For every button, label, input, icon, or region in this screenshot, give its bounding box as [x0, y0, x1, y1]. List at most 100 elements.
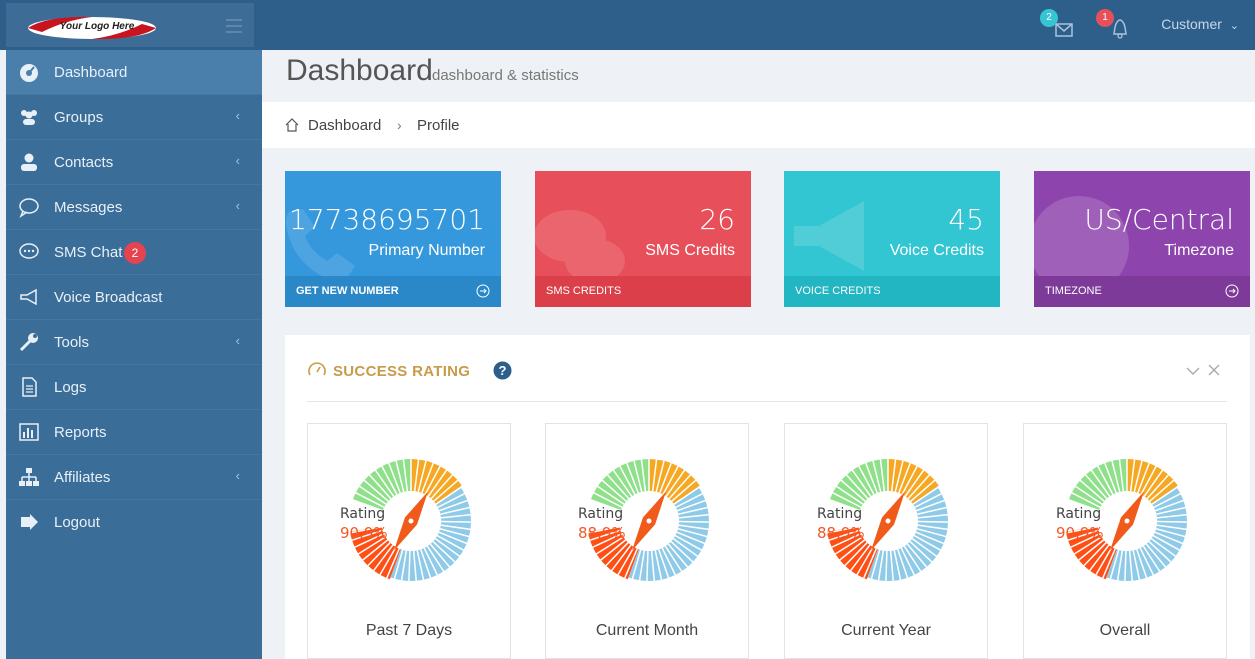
logo-text: Your Logo Here: [59, 21, 135, 32]
user-label: Customer: [1161, 16, 1222, 32]
rating-value: 90.9%: [340, 524, 388, 542]
portlet-divider: [307, 401, 1227, 402]
sidebar-item-reports[interactable]: Reports: [6, 410, 262, 455]
sidebar-item-logout[interactable]: Logout: [6, 500, 262, 545]
gauge-needle-hub: [885, 518, 891, 524]
sidebar-item-label: Voice Broadcast: [54, 289, 163, 306]
gauge-card: Rating 88.9% Current Month: [545, 423, 749, 659]
logo-area[interactable]: Your Logo Here: [6, 3, 254, 47]
gauge-period-label: Current Month: [595, 622, 699, 639]
sidebar-item-label: Affiliates: [54, 469, 111, 486]
sidebar-item-logs[interactable]: Logs: [6, 365, 262, 410]
bar-chart-icon: [19, 423, 39, 441]
sidebar-item-voice-broadcast[interactable]: Voice Broadcast: [6, 275, 262, 320]
collapse-chevron-icon[interactable]: [1185, 365, 1201, 377]
tile-footer-label: VOICE CREDITS: [795, 285, 881, 297]
menu-toggle-icon[interactable]: [226, 19, 242, 33]
sidebar-item-messages[interactable]: Messages ‹: [6, 185, 262, 230]
gauge-period-label: Overall: [1099, 622, 1151, 639]
arrow-circle-right-icon: [1225, 284, 1239, 298]
rating-label: Rating: [340, 506, 386, 522]
tile-value: 45: [948, 203, 984, 236]
sidebar-item-label: Groups: [54, 109, 104, 126]
sidebar-item-label: SMS Chat: [54, 244, 123, 261]
gauge-tick: [1156, 520, 1190, 523]
rating-value: 88.9%: [817, 524, 865, 542]
user-icon: [21, 153, 37, 171]
page-title: Dashboard: [286, 54, 433, 87]
tile-label: SMS Credits: [645, 242, 735, 259]
tile-voice-credits: 45 Voice Credits VOICE CREDITS: [784, 171, 1000, 307]
chevron-left-icon: ‹: [235, 198, 240, 213]
tile-value: US/Central: [1084, 203, 1234, 236]
tile-footer-label: TIMEZONE: [1045, 285, 1102, 297]
sms-credits-footer[interactable]: SMS CREDITS: [535, 276, 751, 307]
close-icon[interactable]: [1207, 363, 1221, 377]
sidebar-item-sms-chat[interactable]: SMS Chat 2: [6, 230, 262, 275]
gauge-tick: [917, 520, 951, 523]
gauge-card: Rating 88.9% Current Year: [784, 423, 988, 659]
breadcrumb: Dashboard › Profile: [262, 102, 1255, 148]
megaphone-icon: [20, 288, 37, 306]
tile-timezone: US/Central Timezone TIMEZONE: [1034, 171, 1250, 307]
rating-label: Rating: [1056, 506, 1102, 522]
help-icon[interactable]: ?: [493, 361, 512, 380]
user-menu[interactable]: Customer ⌄: [1161, 16, 1239, 32]
home-icon: [285, 118, 299, 132]
page-header: Dashboard dashboard & statistics: [262, 50, 1255, 102]
gauge-card: Rating 90.9% Past 7 Days: [307, 423, 511, 659]
rating-label: Rating: [578, 506, 624, 522]
sidebar-item-dashboard[interactable]: Dashboard: [6, 50, 262, 95]
timezone-footer[interactable]: TIMEZONE: [1034, 276, 1250, 307]
sidebar: Dashboard Groups ‹ Contacts ‹ Messages ‹…: [6, 50, 262, 659]
rating-value: 90.9%: [1056, 524, 1104, 542]
notifications-button[interactable]: 1: [1096, 9, 1134, 42]
dashboard-icon: [20, 64, 38, 82]
page-subtitle: dashboard & statistics: [432, 67, 579, 84]
sidebar-item-affiliates[interactable]: Affiliates ‹: [6, 455, 262, 500]
rating-label: Rating: [817, 506, 863, 522]
chevron-down-icon: ⌄: [1229, 20, 1239, 32]
gauge-period-label: Current Year: [841, 622, 931, 639]
sitemap-icon: [19, 468, 39, 486]
logout-icon: [21, 514, 38, 530]
gauge-tick: [440, 520, 474, 523]
sidebar-item-label: Contacts: [54, 154, 114, 171]
top-navbar: Your Logo Here 2 1 Customer ⌄: [0, 0, 1255, 50]
voice-credits-footer[interactable]: VOICE CREDITS: [784, 276, 1000, 307]
gauge-tick: [678, 520, 712, 523]
sidebar-item-label: Messages: [54, 199, 123, 216]
sidebar-item-label: Logout: [54, 514, 100, 531]
arrow-circle-right-icon: [476, 284, 490, 298]
speech-bubble-icon: [19, 198, 39, 218]
gauge-card: Rating 90.9% Overall: [1023, 423, 1227, 659]
sidebar-item-label: Dashboard: [54, 64, 128, 81]
breadcrumb-current: Profile: [417, 117, 460, 134]
tile-sms-credits: 26 SMS Credits SMS CREDITS: [535, 171, 751, 307]
breadcrumb-separator-icon: ›: [397, 117, 402, 133]
sidebar-item-tools[interactable]: Tools ‹: [6, 320, 262, 365]
chevron-left-icon: ‹: [235, 108, 240, 123]
users-icon: [21, 110, 37, 125]
sidebar-item-label: Tools: [54, 334, 90, 351]
breadcrumb-home-link[interactable]: Dashboard: [308, 117, 381, 134]
messages-button[interactable]: 2: [1040, 9, 1078, 42]
sidebar-item-groups[interactable]: Groups ‹: [6, 95, 262, 140]
gauge-needle-hub: [1124, 518, 1130, 524]
tile-value: 26: [699, 203, 735, 236]
notifications-badge: 1: [1096, 9, 1114, 27]
sms-chat-badge: 2: [124, 242, 146, 264]
get-new-number-link[interactable]: GET NEW NUMBER: [285, 276, 501, 307]
sidebar-item-label: Reports: [54, 424, 107, 441]
chat-icon: [19, 243, 39, 259]
sidebar-item-contacts[interactable]: Contacts ‹: [6, 140, 262, 185]
megaphone-icon: [794, 201, 864, 271]
speedometer-icon: [308, 362, 326, 376]
rating-value: 88.9%: [578, 524, 626, 542]
tile-footer-label: GET NEW NUMBER: [296, 285, 399, 297]
tile-label: Primary Number: [368, 242, 485, 259]
tile-value: 17738695701: [289, 203, 485, 236]
gauge-needle-hub: [646, 518, 652, 524]
gauge-needle-hub: [408, 518, 414, 524]
chevron-left-icon: ‹: [235, 333, 240, 348]
